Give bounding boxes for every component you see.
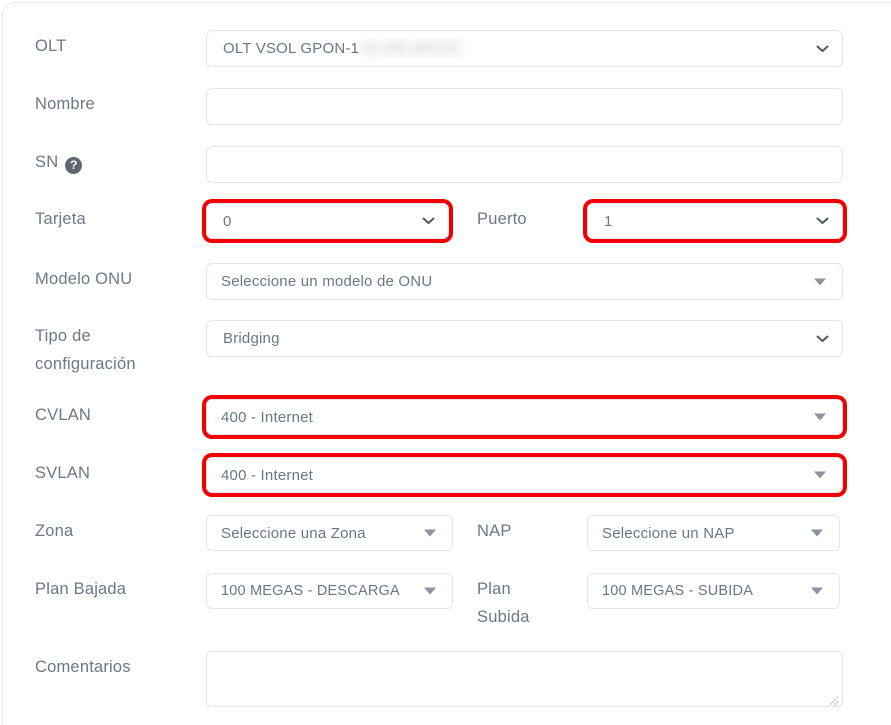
plan-bajada-value: 100 MEGAS - DESCARGA — [221, 583, 400, 599]
tarjeta-select[interactable]: 0 — [206, 203, 449, 239]
plan-subida-label: Plan Subida — [477, 573, 587, 631]
comentarios-textarea-wrap — [206, 651, 843, 707]
comentarios-label: Comentarios — [35, 651, 206, 681]
tipo-configuracion-select[interactable]: Bridging — [206, 320, 843, 357]
nombre-input[interactable] — [206, 88, 843, 125]
svlan-select-value: 400 - Internet — [221, 467, 313, 484]
form-row-zona-nap: Zona Seleccione una Zona NAP Seleccione … — [35, 515, 843, 551]
form-row-comentarios: Comentarios — [35, 651, 843, 707]
caret-down-icon — [811, 588, 823, 595]
tipo-configuracion-label-text: Tipo de configuración — [35, 322, 181, 378]
caret-down-icon — [424, 530, 436, 537]
puerto-select[interactable]: 1 — [587, 203, 843, 239]
caret-down-icon — [814, 278, 826, 285]
sn-label-text: SN — [35, 153, 58, 171]
modelo-onu-placeholder: Seleccione un modelo de ONU — [221, 273, 432, 290]
plan-subida-label-text: Plan Subida — [477, 575, 539, 631]
olt-select-redacted-blur: 00.000.000.00 — [361, 40, 460, 57]
plan-bajada-select[interactable]: 100 MEGAS - DESCARGA — [206, 573, 453, 609]
chevron-down-icon — [816, 335, 829, 343]
caret-down-icon — [424, 588, 436, 595]
zona-label: Zona — [35, 515, 206, 545]
form-row-sn: SN? — [35, 146, 843, 183]
chevron-down-icon — [816, 217, 829, 225]
puerto-select-value: 1 — [604, 213, 613, 230]
modelo-onu-label: Modelo ONU — [35, 263, 206, 293]
form-row-modelo-onu: Modelo ONU Seleccione un modelo de ONU — [35, 263, 843, 300]
sn-input[interactable] — [206, 146, 843, 183]
tarjeta-label: Tarjeta — [35, 203, 206, 233]
zona-placeholder: Seleccione una Zona — [221, 525, 366, 542]
nap-select[interactable]: Seleccione un NAP — [587, 515, 840, 551]
nombre-label: Nombre — [35, 88, 206, 118]
olt-label: OLT — [35, 30, 206, 60]
form-row-olt: OLT OLT VSOL GPON-1 00.000.000.00 — [35, 30, 843, 67]
help-icon[interactable]: ? — [65, 157, 82, 174]
puerto-label: Puerto — [477, 203, 587, 233]
chevron-down-icon — [816, 45, 829, 53]
olt-select-value: OLT VSOL GPON-1 — [223, 40, 359, 57]
plan-subida-value: 100 MEGAS - SUBIDA — [602, 583, 753, 599]
nap-label: NAP — [477, 515, 587, 545]
caret-down-icon — [814, 472, 826, 479]
tipo-configuracion-value: Bridging — [223, 330, 280, 347]
form-row-nombre: Nombre — [35, 88, 843, 125]
comentarios-textarea[interactable] — [206, 651, 843, 707]
caret-down-icon — [811, 530, 823, 537]
nap-placeholder: Seleccione un NAP — [602, 525, 735, 542]
form-row-tarjeta-puerto: Tarjeta 0 Puerto 1 — [35, 203, 843, 239]
olt-select[interactable]: OLT VSOL GPON-1 00.000.000.00 — [206, 30, 843, 67]
form-row-svlan: SVLAN 400 - Internet — [35, 457, 843, 493]
svlan-label: SVLAN — [35, 457, 206, 487]
caret-down-icon — [814, 414, 826, 421]
form-row-cvlan: CVLAN 400 - Internet — [35, 399, 843, 435]
plan-subida-select[interactable]: 100 MEGAS - SUBIDA — [587, 573, 840, 609]
modelo-onu-select[interactable]: Seleccione un modelo de ONU — [206, 263, 843, 300]
plan-bajada-label: Plan Bajada — [35, 573, 206, 603]
cvlan-select-value: 400 - Internet — [221, 409, 313, 426]
resize-handle-icon[interactable] — [829, 693, 839, 703]
chevron-down-icon — [422, 217, 435, 225]
form-row-tipo-configuracion: Tipo de configuración Bridging — [35, 320, 843, 378]
sn-label: SN? — [35, 146, 206, 176]
tarjeta-select-value: 0 — [223, 213, 232, 230]
cvlan-select[interactable]: 400 - Internet — [206, 399, 843, 435]
form-row-planes: Plan Bajada 100 MEGAS - DESCARGA Plan Su… — [35, 573, 843, 631]
cvlan-label: CVLAN — [35, 399, 206, 429]
svlan-select[interactable]: 400 - Internet — [206, 457, 843, 493]
tipo-configuracion-label: Tipo de configuración — [35, 320, 206, 378]
zona-select[interactable]: Seleccione una Zona — [206, 515, 453, 551]
